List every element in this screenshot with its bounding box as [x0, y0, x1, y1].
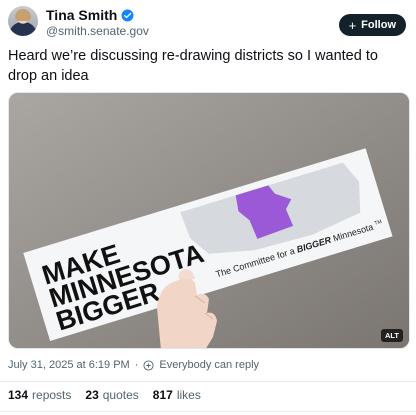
timestamp[interactable]: July 31, 2025 at 6:19 PM	[8, 359, 130, 371]
reply-setting-icon	[143, 359, 154, 371]
author-name-row: Tina Smith	[46, 7, 134, 23]
sticker-photo: MAKE MINNESOTA BIGGER The Committee for …	[9, 93, 409, 348]
reposts-label: reposts	[32, 388, 72, 402]
post-header: Tina Smith @smith.senate.gov + Follow	[8, 6, 412, 38]
likes-stat[interactable]: 817 likes	[153, 388, 201, 402]
author-name[interactable]: Tina Smith	[46, 7, 117, 23]
quotes-count: 23	[85, 388, 99, 402]
likes-count: 817	[152, 388, 173, 402]
quotes-stat[interactable]: 23 quotes	[85, 388, 138, 402]
alt-badge[interactable]: ALT	[380, 329, 403, 342]
divider	[0, 381, 416, 382]
engagement-stats: 134 reposts 23 quotes 817 likes	[8, 388, 201, 402]
likes-label: likes	[176, 388, 201, 402]
post-meta: July 31, 2025 at 6:19 PM · Everybody can…	[8, 359, 259, 371]
follow-label: Follow	[361, 19, 396, 31]
quotes-label: quotes	[102, 388, 139, 402]
post-text: Heard we’re discussing re-drawing distri…	[8, 48, 378, 84]
avatar[interactable]	[8, 6, 38, 36]
plus-icon: +	[348, 17, 357, 33]
verified-badge-icon	[121, 9, 134, 21]
meta-separator: ·	[134, 359, 139, 371]
reposts-count: 134	[8, 388, 29, 402]
bottom-divider	[0, 411, 416, 412]
reposts-stat[interactable]: 134 reposts	[8, 388, 71, 402]
post-image[interactable]: MAKE MINNESOTA BIGGER The Committee for …	[8, 92, 410, 349]
author-handle[interactable]: @smith.senate.gov	[46, 24, 149, 38]
reply-setting[interactable]: Everybody can reply	[159, 359, 259, 371]
follow-button[interactable]: + Follow	[338, 14, 406, 36]
